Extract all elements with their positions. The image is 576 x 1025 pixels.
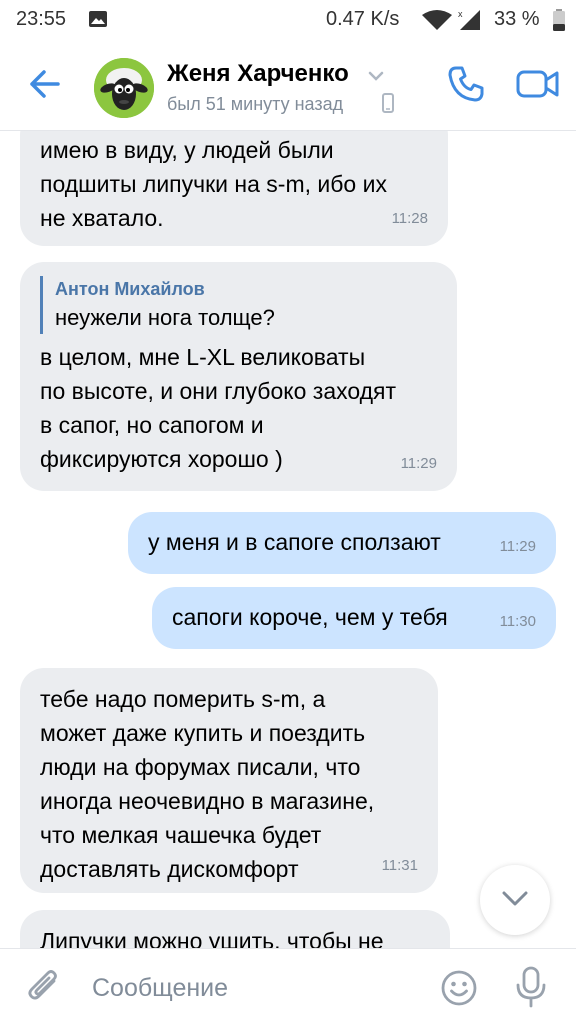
battery-percent: 33 % <box>494 8 540 30</box>
outgoing-message[interactable]: у меня и в сапоге сползают 11:29 <box>128 512 556 574</box>
message-composer <box>0 948 576 1025</box>
chevron-down-icon[interactable] <box>368 68 384 86</box>
message-input[interactable] <box>90 967 424 1009</box>
emoji-button[interactable] <box>440 969 478 1007</box>
incoming-message[interactable]: Липучки можно ушить, чтобы не <box>20 910 450 948</box>
message-text: Липучки можно ушить, чтобы не <box>40 928 384 948</box>
message-time: 11:28 <box>391 210 428 227</box>
call-button[interactable] <box>446 64 486 104</box>
message-time: 11:29 <box>499 538 536 555</box>
message-text: в целом, мне L-XL великоваты по высоте, … <box>40 344 397 472</box>
chat-header: Женя Харченко был 51 минуту назад <box>0 40 576 131</box>
attach-button[interactable] <box>24 967 64 1009</box>
message-text: тебе надо померить s-m, а может даже куп… <box>40 686 375 882</box>
chevron-down-icon <box>502 891 528 906</box>
phone-icon <box>448 66 484 102</box>
message-time: 11:31 <box>381 857 418 874</box>
svg-text:x: x <box>458 9 463 19</box>
network-speed: 0.47 K/s <box>326 8 400 30</box>
voice-message-button[interactable] <box>514 965 548 1009</box>
reply-author: Антон Михайлов <box>55 279 205 299</box>
wifi-icon <box>422 10 452 36</box>
reply-quote[interactable]: Антон Михайлов неужели нога толще? <box>40 276 437 334</box>
back-button[interactable] <box>22 64 66 104</box>
incoming-message[interactable]: тебе надо померить s-m, а может даже куп… <box>20 668 438 893</box>
status-bar: 23:55 0.47 K/s x 33 % <box>0 0 576 40</box>
message-text: имею в виду, у людей были подшиты липучк… <box>40 137 387 231</box>
message-text: сапоги короче, чем у тебя <box>172 604 448 630</box>
signal-icon: x <box>456 8 482 36</box>
paperclip-icon <box>28 970 57 1000</box>
sheep-avatar-icon <box>94 58 154 118</box>
arrow-left-icon <box>30 70 60 98</box>
microphone-icon <box>516 966 546 1008</box>
message-text: у меня и в сапоге сползают <box>148 529 441 555</box>
outgoing-message[interactable]: сапоги короче, чем у тебя 11:30 <box>152 587 556 649</box>
avatar[interactable] <box>94 58 154 118</box>
last-seen-status: был 51 минуту назад <box>167 94 344 114</box>
contact-name[interactable]: Женя Харченко <box>167 60 349 88</box>
gallery-icon <box>88 10 108 34</box>
scroll-to-bottom-button[interactable] <box>480 865 550 935</box>
incoming-message[interactable]: имею в виду, у людей были подшиты липучк… <box>20 131 448 246</box>
video-call-button[interactable] <box>516 66 560 102</box>
smile-icon <box>441 970 477 1006</box>
battery-icon <box>552 9 566 37</box>
incoming-message[interactable]: Антон Михайлов неужели нога толще? в цел… <box>20 262 457 491</box>
reply-text: неужели нога толще? <box>55 305 275 330</box>
status-time: 23:55 <box>16 8 67 30</box>
video-camera-icon <box>516 70 559 98</box>
message-list[interactable]: имею в виду, у людей были подшиты липучк… <box>0 131 576 948</box>
message-time: 11:30 <box>499 613 536 630</box>
mobile-phone-icon <box>382 93 394 118</box>
message-time: 11:29 <box>400 455 437 472</box>
